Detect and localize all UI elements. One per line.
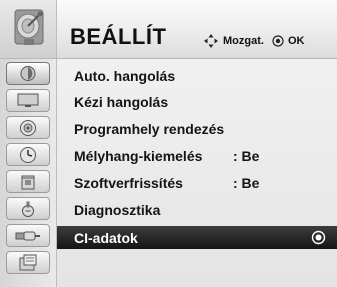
menu-item-value: : Be xyxy=(233,148,260,164)
sidebar-usb[interactable] xyxy=(6,224,50,247)
speaker-icon xyxy=(20,119,36,136)
setup-menu-panel: BEÁLLÍT Mozgat. OK Auto. hangolás Kézi h… xyxy=(0,0,337,287)
menu-item-label: Programhely rendezés xyxy=(74,121,225,137)
usb-icon xyxy=(15,231,40,240)
menu-header: BEÁLLÍT Mozgat. OK xyxy=(0,0,337,59)
menu-item-auto-tuning[interactable]: Auto. hangolás xyxy=(57,64,337,87)
navigate-arrows-icon xyxy=(204,34,218,48)
menu-item-software-update[interactable]: Szoftverfrissítés : Be xyxy=(57,171,337,194)
menu-item-ci-info[interactable]: CI-adatok xyxy=(57,226,337,249)
satellite-dish-icon xyxy=(14,9,44,45)
help-icon xyxy=(19,254,37,270)
sidebar-help[interactable] xyxy=(6,251,50,274)
menu-item-label: CI-adatok xyxy=(74,230,138,246)
lock-icon xyxy=(21,175,35,189)
move-hint-label: Mozgat. xyxy=(223,35,264,47)
sidebar-picture[interactable] xyxy=(6,62,50,85)
navigation-hint: Mozgat. OK xyxy=(203,33,304,49)
ok-circle-icon xyxy=(272,35,284,47)
menu-item-label: Kézi hangolás xyxy=(74,94,169,110)
ok-hint-label: OK xyxy=(287,35,305,47)
sidebar-tv[interactable] xyxy=(6,89,50,112)
setup-menu-list: Auto. hangolás Kézi hangolás Programhely… xyxy=(57,59,337,287)
menu-item-booster[interactable]: Mélyhang-kiemelés : Be xyxy=(57,144,337,167)
menu-item-label: Diagnosztika xyxy=(74,202,161,218)
page-title: BEÁLLÍT xyxy=(70,24,167,49)
menu-item-programme-edit[interactable]: Programhely rendezés xyxy=(57,117,337,140)
menu-item-manual-tuning[interactable]: Kézi hangolás xyxy=(57,90,337,113)
sidebar-time[interactable] xyxy=(6,143,50,166)
menu-item-label: Mélyhang-kiemelés xyxy=(74,148,203,164)
input-icon xyxy=(22,201,34,217)
clock-icon xyxy=(20,146,36,163)
selected-radio-icon xyxy=(311,230,326,245)
menu-item-value: : Be xyxy=(233,175,260,191)
picture-icon xyxy=(20,66,36,81)
tv-screen-icon xyxy=(17,93,39,107)
category-sidebar xyxy=(0,59,57,287)
header-icon-box xyxy=(0,0,57,58)
menu-item-label: Szoftverfrissítés xyxy=(74,175,183,191)
menu-item-label: Auto. hangolás xyxy=(74,68,176,84)
menu-item-diagnostics[interactable]: Diagnosztika xyxy=(57,198,337,221)
sidebar-lock[interactable] xyxy=(6,170,50,193)
sidebar-input[interactable] xyxy=(6,197,50,220)
sidebar-audio[interactable] xyxy=(6,116,50,139)
